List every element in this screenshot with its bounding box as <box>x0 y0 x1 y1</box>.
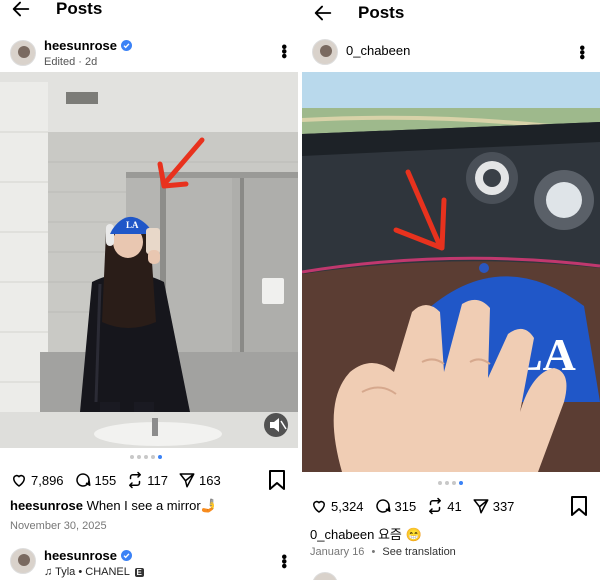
username[interactable]: heesunrose <box>44 38 132 53</box>
avatar[interactable] <box>10 40 36 66</box>
comment-icon <box>375 499 391 513</box>
music-label: ♫ Tyla • CHANEL <box>44 566 130 578</box>
carousel-dot <box>130 455 134 459</box>
comment-button[interactable]: 315 <box>374 497 417 515</box>
page-title: Posts <box>358 3 405 22</box>
share-count: 163 <box>198 472 221 488</box>
post-date-row: January 16 • See translation <box>310 546 456 558</box>
post-header: heesunrose Edited · 2d ••• <box>0 36 298 76</box>
post-caption: heesunrose When I see a mirror🤳 <box>10 498 217 514</box>
share-button[interactable]: 337 <box>472 497 515 515</box>
like-count: 7,896 <box>31 472 64 488</box>
verified-badge-icon <box>120 40 132 51</box>
repost-count: 117 <box>147 472 168 488</box>
carousel-dot <box>445 481 449 485</box>
carousel-dot <box>438 481 442 485</box>
page-title: Posts <box>56 0 103 18</box>
car-interior-image: LA <box>302 72 600 472</box>
back-arrow-icon[interactable] <box>312 2 334 24</box>
top-bar: Posts <box>0 0 298 26</box>
verified-badge-icon <box>120 550 132 561</box>
username[interactable]: heesunrose <box>44 548 132 563</box>
action-bar: 5,324 315 41 337 <box>302 494 600 518</box>
caption-text: 요즘 😁 <box>374 527 422 542</box>
mirror-selfie-image: LA <box>0 72 298 448</box>
share-button[interactable]: 163 <box>178 471 221 489</box>
left-post-panel: Posts heesunrose Edited · 2d ••• LA 7,89… <box>0 0 298 580</box>
more-options-icon[interactable]: ••• <box>275 44 292 58</box>
carousel-dot <box>151 455 155 459</box>
next-post-header: heesunrose ♫ Tyla • CHANEL E ••• <box>0 542 298 580</box>
post-date: January 16 <box>310 546 365 558</box>
share-icon <box>179 473 195 488</box>
post-photo[interactable]: LA <box>302 72 600 472</box>
music-info[interactable]: ♫ Tyla • CHANEL E <box>44 566 144 578</box>
more-options-icon[interactable]: ••• <box>275 554 292 568</box>
avatar[interactable] <box>312 39 338 65</box>
repost-icon <box>429 497 442 515</box>
svg-text:LA: LA <box>126 220 139 230</box>
carousel-dot <box>452 481 456 485</box>
next-post-avatar-partial <box>312 572 338 580</box>
share-count: 337 <box>492 498 515 514</box>
more-options-icon[interactable]: ••• <box>573 45 590 59</box>
edited-timestamp: Edited · 2d <box>44 56 98 68</box>
caption-text: When I see a mirror🤳 <box>82 498 217 513</box>
carousel-indicator <box>130 455 162 459</box>
bookmark-icon[interactable] <box>268 470 286 490</box>
action-bar: 7,896 155 117 163 <box>0 468 298 492</box>
username-text[interactable]: heesunrose <box>44 38 117 53</box>
avatar[interactable] <box>10 548 36 574</box>
repost-button[interactable]: 41 <box>426 497 462 515</box>
carousel-indicator <box>438 481 463 485</box>
see-translation-link[interactable]: See translation <box>382 546 455 558</box>
username[interactable]: 0_chabeen <box>346 43 410 58</box>
repost-icon <box>129 471 142 489</box>
carousel-dot-active <box>158 455 162 459</box>
carousel-dot <box>137 455 141 459</box>
caption-username[interactable]: heesunrose <box>10 498 83 513</box>
share-icon <box>473 499 489 514</box>
carousel-dot-active <box>459 481 463 485</box>
separator: • <box>371 546 376 558</box>
comment-button[interactable]: 155 <box>74 471 117 489</box>
repost-count: 41 <box>447 498 462 514</box>
heart-icon <box>312 500 326 513</box>
repost-button[interactable]: 117 <box>126 471 168 489</box>
comment-count: 155 <box>94 472 117 488</box>
top-bar: Posts <box>302 0 600 30</box>
caption-username[interactable]: 0_chabeen <box>310 527 374 542</box>
heart-icon <box>12 474 26 487</box>
comment-count: 315 <box>394 498 417 514</box>
comment-icon <box>75 473 91 487</box>
like-button[interactable]: 5,324 <box>310 497 364 515</box>
like-count: 5,324 <box>331 498 364 514</box>
carousel-dot <box>144 455 148 459</box>
post-date: November 30, 2025 <box>10 520 107 532</box>
like-button[interactable]: 7,896 <box>10 471 64 489</box>
post-photo[interactable]: LA <box>0 72 298 448</box>
username-text[interactable]: heesunrose <box>44 548 117 563</box>
post-caption: 0_chabeen 요즘 😁 <box>310 524 422 543</box>
back-arrow-icon[interactable] <box>10 0 32 20</box>
explicit-badge: E <box>134 568 144 577</box>
post-header: 0_chabeen ••• <box>302 33 600 73</box>
bookmark-icon[interactable] <box>570 496 588 516</box>
right-post-panel: Posts 0_chabeen ••• LA 5,324 315 41 337 … <box>302 0 600 580</box>
